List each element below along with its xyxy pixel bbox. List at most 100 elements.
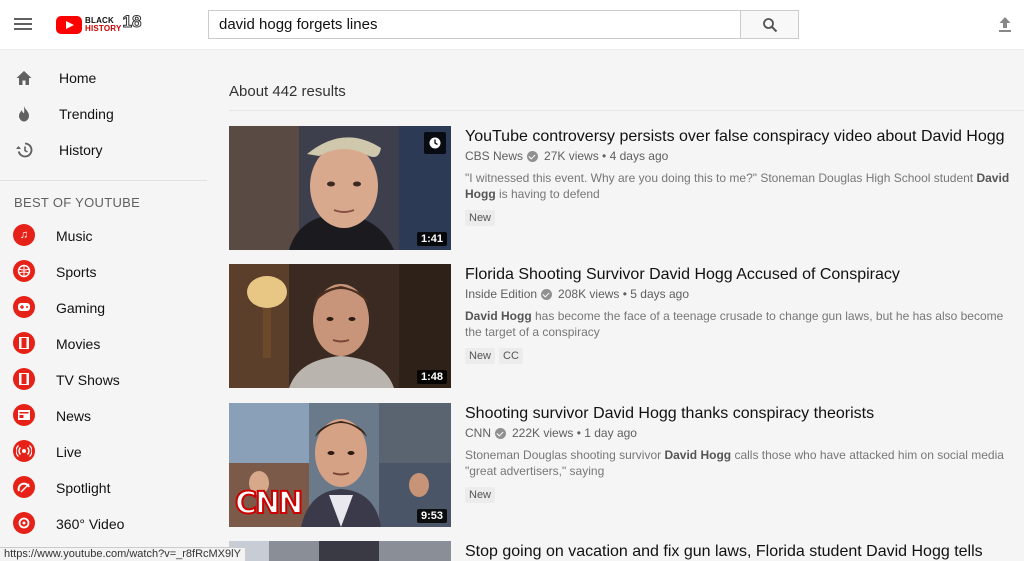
logo-line2: HISTORY bbox=[85, 24, 122, 33]
sidebar-item-label: News bbox=[56, 408, 92, 424]
results-pane: About 442 results 1:41 YouTube controver… bbox=[207, 50, 1024, 561]
video-description: "I witnessed this event. Why are you doi… bbox=[465, 170, 1020, 202]
movies-icon bbox=[13, 332, 35, 354]
desc-text: Stoneman Douglas shooting survivor bbox=[465, 448, 665, 462]
sidebar-item-movies[interactable]: Movies bbox=[0, 326, 207, 362]
sidebar-item-news[interactable]: News bbox=[0, 398, 207, 434]
view-count: 27K views bbox=[544, 149, 599, 163]
new-badge: New bbox=[465, 210, 496, 226]
sidebar-item-label: Sports bbox=[56, 264, 97, 280]
menu-icon[interactable] bbox=[14, 15, 34, 35]
home-icon bbox=[14, 68, 34, 88]
sidebar-item-360-video[interactable]: 360° Video bbox=[0, 506, 207, 542]
logo-year: 18 bbox=[122, 12, 142, 32]
badge-row: New bbox=[465, 210, 1020, 226]
cc-badge: CC bbox=[499, 348, 523, 364]
video-title[interactable]: Shooting survivor David Hogg thanks cons… bbox=[465, 403, 1020, 425]
sidebar-item-label: History bbox=[59, 142, 103, 158]
sidebar-item-label: TV Shows bbox=[56, 372, 120, 388]
search-input[interactable] bbox=[208, 10, 741, 39]
view-count: 222K views bbox=[512, 426, 574, 440]
video-result: 1:41 YouTube controversy persists over f… bbox=[229, 126, 1024, 250]
verified-icon bbox=[495, 427, 506, 439]
meta-separator: • bbox=[619, 287, 631, 301]
logo-text: BLACK HISTORY bbox=[85, 17, 122, 33]
360-video-icon bbox=[13, 512, 35, 534]
results-count: About 442 results bbox=[229, 83, 346, 100]
video-result: 1:48 Florida Shooting Survivor David Hog… bbox=[229, 264, 1024, 388]
sidebar-item-spotlight[interactable]: Spotlight bbox=[0, 470, 207, 506]
spotlight-icon bbox=[13, 476, 35, 498]
upload-icon bbox=[999, 17, 1011, 32]
new-badge: New bbox=[465, 487, 496, 503]
sidebar-item-label: Trending bbox=[59, 106, 114, 122]
thumbnail-image bbox=[229, 541, 451, 561]
music-icon: ♫ bbox=[13, 224, 35, 246]
video-title[interactable]: YouTube controversy persists over false … bbox=[465, 126, 1020, 148]
video-duration: 1:41 bbox=[416, 232, 447, 246]
sidebar: Home Trending History BEST OF YOUTUBE ♫ … bbox=[0, 50, 207, 561]
search-button[interactable] bbox=[740, 10, 799, 39]
video-title[interactable]: Stop going on vacation and fix gun laws,… bbox=[465, 541, 1020, 561]
video-thumbnail[interactable]: CNN 9:53 bbox=[229, 403, 451, 527]
upload-button[interactable] bbox=[996, 15, 1016, 35]
channel-name[interactable]: CBS News bbox=[465, 149, 523, 163]
video-title[interactable]: Florida Shooting Survivor David Hogg Acc… bbox=[465, 264, 1020, 286]
history-icon bbox=[14, 140, 34, 160]
video-info: Stop going on vacation and fix gun laws,… bbox=[465, 541, 1020, 561]
verified-icon bbox=[527, 150, 539, 162]
verified-icon bbox=[541, 288, 553, 300]
desc-text: "I witnessed this event. Why are you doi… bbox=[465, 171, 977, 185]
upload-age: 1 day ago bbox=[584, 426, 637, 440]
results-divider bbox=[229, 110, 1024, 111]
sidebar-item-home[interactable]: Home bbox=[0, 60, 207, 96]
cnn-logo: CNN bbox=[234, 485, 304, 522]
desc-highlight: David Hogg bbox=[664, 448, 732, 462]
youtube-play-icon bbox=[56, 16, 82, 34]
sidebar-item-live[interactable]: Live bbox=[0, 434, 207, 470]
live-icon bbox=[13, 440, 35, 462]
search-icon bbox=[762, 17, 777, 32]
video-meta: CNN 222K views • 1 day ago bbox=[465, 426, 1020, 440]
badge-row: New bbox=[465, 487, 1020, 503]
meta-separator: • bbox=[598, 149, 610, 163]
youtube-logo[interactable]: BLACK HISTORY 18 bbox=[56, 12, 142, 36]
sidebar-item-sports[interactable]: Sports bbox=[0, 254, 207, 290]
status-bar-url: https://www.youtube.com/watch?v=_r8fRcMX… bbox=[0, 547, 246, 561]
sidebar-item-music[interactable]: ♫ Music bbox=[0, 218, 207, 254]
channel-name[interactable]: CNN bbox=[465, 426, 491, 440]
sidebar-item-label: Movies bbox=[56, 336, 101, 352]
video-thumbnail[interactable]: 1:41 bbox=[229, 126, 451, 250]
channel-name[interactable]: Inside Edition bbox=[465, 287, 537, 301]
video-description: David Hogg has become the face of a teen… bbox=[465, 308, 1020, 340]
upload-age: 4 days ago bbox=[609, 149, 669, 163]
video-meta: Inside Edition 208K views • 5 days ago bbox=[465, 287, 1020, 301]
view-count: 208K views bbox=[558, 287, 620, 301]
upload-age: 5 days ago bbox=[630, 287, 690, 301]
sidebar-item-history[interactable]: History bbox=[0, 132, 207, 168]
tv-shows-icon bbox=[13, 368, 35, 390]
desc-text: is having to defend bbox=[495, 187, 600, 201]
flame-icon bbox=[14, 104, 34, 124]
sidebar-item-label: Spotlight bbox=[56, 480, 111, 496]
badge-row: New CC bbox=[465, 348, 1020, 364]
sidebar-item-tv-shows[interactable]: TV Shows bbox=[0, 362, 207, 398]
video-duration: 9:53 bbox=[416, 509, 447, 523]
video-description: Stoneman Douglas shooting survivor David… bbox=[465, 447, 1020, 479]
watch-later-icon[interactable] bbox=[424, 132, 446, 154]
video-thumbnail[interactable] bbox=[229, 541, 451, 561]
new-badge: New bbox=[465, 348, 496, 364]
sidebar-item-label: 360° Video bbox=[56, 516, 125, 532]
video-info: Shooting survivor David Hogg thanks cons… bbox=[465, 403, 1020, 503]
sidebar-item-label: Gaming bbox=[56, 300, 106, 316]
news-icon bbox=[13, 404, 35, 426]
video-result: CNN 9:53 Shooting survivor David Hogg th… bbox=[229, 403, 1024, 527]
video-duration: 1:48 bbox=[416, 370, 447, 384]
sidebar-item-label: Music bbox=[56, 228, 93, 244]
video-thumbnail[interactable]: 1:48 bbox=[229, 264, 451, 388]
sidebar-item-label: Home bbox=[59, 70, 97, 86]
video-info: YouTube controversy persists over false … bbox=[465, 126, 1020, 226]
gaming-icon bbox=[13, 296, 35, 318]
sidebar-item-trending[interactable]: Trending bbox=[0, 96, 207, 132]
sidebar-item-gaming[interactable]: Gaming bbox=[0, 290, 207, 326]
